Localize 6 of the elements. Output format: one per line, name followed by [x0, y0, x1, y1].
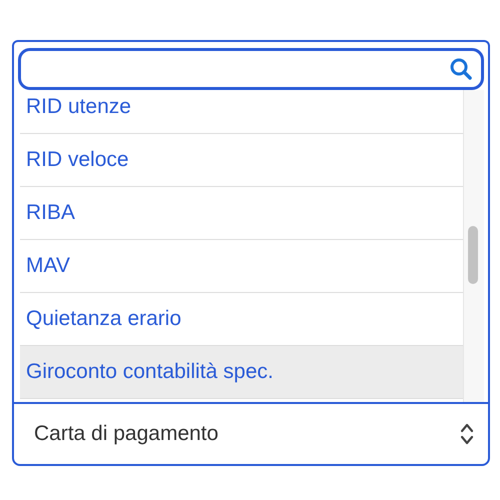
- scrollbar[interactable]: [463, 90, 484, 402]
- search-icon[interactable]: [449, 57, 473, 81]
- chevron-up-down-icon: [460, 422, 474, 446]
- select-field[interactable]: Carta di pagamento: [12, 402, 490, 466]
- option-item[interactable]: Giroconto contabilità spec.: [20, 346, 463, 399]
- search-field[interactable]: [18, 48, 484, 90]
